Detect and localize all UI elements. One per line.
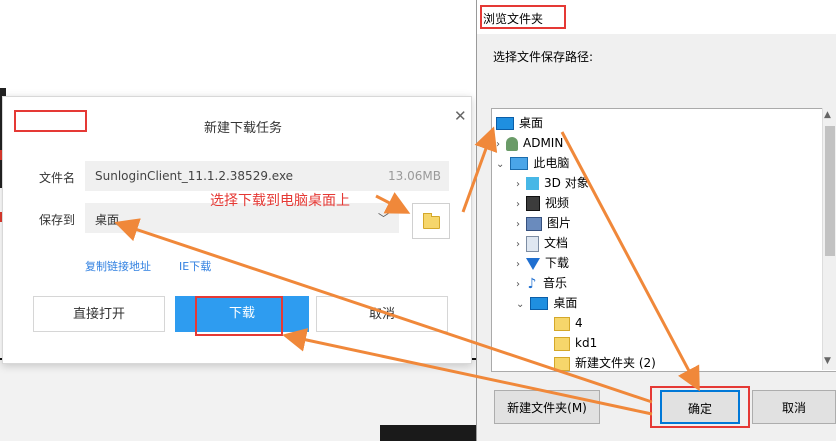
chevron-down-icon: ⌄: [496, 159, 505, 170]
tree-item-label: 下载: [545, 256, 570, 270]
chevron-right-icon: ›: [516, 259, 520, 270]
user-icon: [506, 136, 518, 151]
video-icon: [526, 196, 540, 211]
tree-item-music[interactable]: › ♪ 音乐: [516, 273, 567, 293]
tree-item-label: kd1: [575, 336, 598, 350]
highlight-title: [480, 5, 566, 29]
filename-field[interactable]: SunloginClient_11.1.2.38529.exe 13.06MB: [85, 161, 449, 191]
chevron-right-icon: ›: [516, 219, 520, 230]
tree-item-label: 音乐: [543, 276, 568, 290]
computer-icon: [510, 157, 529, 170]
chevron-right-icon: ›: [516, 239, 520, 250]
chevron-down-icon: ⌄: [516, 299, 525, 310]
tree-item-admin[interactable]: › ADMIN: [496, 133, 563, 153]
tree-item-label: 桌面: [519, 116, 544, 130]
tree-item-pictures[interactable]: › 图片: [516, 213, 571, 233]
3d-objects-icon: [526, 177, 539, 190]
chevron-right-icon: ›: [496, 139, 500, 150]
chevron-right-icon: ›: [516, 279, 520, 290]
tree-item-label: 此电脑: [533, 156, 570, 170]
scrollbar-thumb[interactable]: [825, 126, 835, 256]
cancel-button[interactable]: 取消: [316, 296, 448, 332]
browse-folder-dialog: 浏览文件夹 选择文件保存路径: 桌面 › ADMIN ⌄ 此电脑 › 3D 对象 › 视…: [476, 0, 836, 441]
folder-icon: [554, 316, 570, 331]
download-icon: [526, 257, 540, 270]
tree-item-documents[interactable]: › 文档: [516, 233, 568, 253]
chevron-right-icon: ›: [516, 199, 520, 210]
new-folder-button[interactable]: 新建文件夹(M): [494, 390, 600, 424]
ie-download-link[interactable]: IE下载: [179, 258, 211, 274]
tree-item-desktop-sub[interactable]: ⌄ 桌面: [516, 293, 577, 313]
folder-icon: [554, 336, 570, 351]
folder-icon: [423, 213, 440, 229]
desktop-icon: [496, 117, 514, 130]
filename-value: SunloginClient_11.1.2.38529.exe: [95, 169, 294, 183]
tree-item-video[interactable]: › 视频: [516, 193, 569, 213]
folder-tree[interactable]: 桌面 › ADMIN ⌄ 此电脑 › 3D 对象 › 视频 › 图片 › 文档 › 下载 › ♪…: [491, 108, 836, 372]
chevron-right-icon: ›: [516, 179, 520, 190]
annotation-text: 选择下载到电脑桌面上: [210, 193, 350, 209]
close-icon[interactable]: ✕: [454, 109, 467, 124]
tree-item-label: 视频: [545, 196, 570, 210]
tree-item-label: 3D 对象: [544, 176, 589, 190]
copy-link-link[interactable]: 复制链接地址: [85, 258, 151, 274]
tree-item-label: 新建文件夹 (2): [575, 356, 656, 370]
tree-item-downloads[interactable]: › 下载: [516, 253, 569, 273]
tree-item-label: 图片: [547, 216, 572, 230]
background-bar: [380, 425, 476, 441]
tree-item-desktop[interactable]: 桌面: [496, 113, 543, 133]
pictures-icon: [526, 216, 542, 231]
tree-item-label: 桌面: [553, 296, 578, 310]
saveto-value: 桌面: [95, 213, 120, 227]
scroll-down-icon[interactable]: ▼: [824, 356, 831, 366]
tree-scrollbar[interactable]: ▲ ▼: [822, 108, 836, 370]
chevron-down-icon: ﹀: [378, 212, 389, 225]
tree-item-thispc[interactable]: ⌄ 此电脑: [496, 153, 569, 173]
prompt-text: 选择文件保存路径:: [493, 50, 594, 64]
filesize-value: 13.06MB: [388, 169, 441, 183]
music-icon: ♪: [527, 275, 537, 292]
tree-item-label: 文档: [544, 236, 569, 250]
highlight-desktop-item: [14, 110, 87, 132]
tree-item-folder-kd1[interactable]: kd1: [554, 333, 597, 353]
desktop-icon: [530, 297, 549, 310]
tree-item-new-folder[interactable]: 新建文件夹 (2): [554, 353, 656, 371]
documents-icon: [526, 235, 539, 252]
cancel-button[interactable]: 取消: [752, 390, 836, 424]
open-directly-button[interactable]: 直接打开: [33, 296, 165, 332]
tree-item-folder-4[interactable]: 4: [554, 313, 583, 333]
highlight-ok-button: [650, 386, 750, 428]
filename-label: 文件名: [39, 171, 76, 185]
tree-item-label: ADMIN: [523, 136, 564, 150]
scroll-up-icon[interactable]: ▲: [824, 110, 831, 120]
tree-item-label: 4: [575, 316, 583, 330]
saveto-label: 保存到: [39, 213, 76, 227]
highlight-download-button: [195, 296, 283, 336]
browse-folder-button[interactable]: [412, 203, 450, 239]
tree-item-3d[interactable]: › 3D 对象: [516, 173, 589, 193]
folder-icon: [554, 356, 570, 371]
